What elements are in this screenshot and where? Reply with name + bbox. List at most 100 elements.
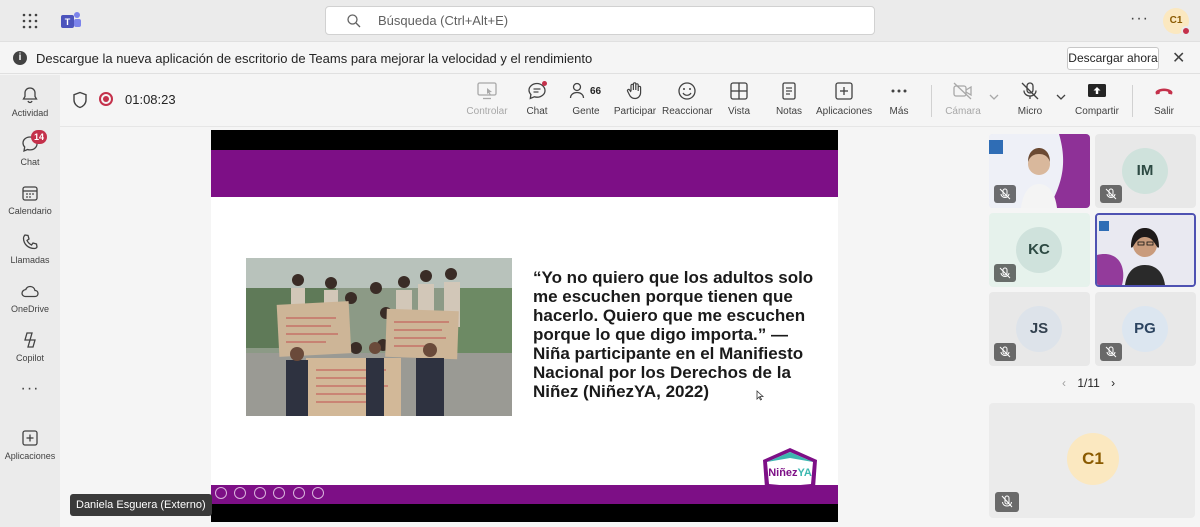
mic-label: Micro (1017, 106, 1043, 117)
rail-item-calls[interactable]: Llamadas (0, 228, 60, 274)
more-icon (891, 89, 907, 93)
slide-next-icon[interactable] (234, 487, 247, 499)
participant-tile-kc[interactable]: KC (989, 213, 1090, 287)
mic-options-chevron-icon[interactable] (1056, 93, 1066, 101)
control-label: Controlar (466, 106, 508, 117)
control-button[interactable]: Controlar (460, 81, 514, 123)
participant-tile-js[interactable]: JS (989, 292, 1090, 366)
hang-up-icon (1155, 88, 1173, 95)
rail-item-activity[interactable]: Actividad (0, 81, 60, 127)
muted-mic-icon (994, 185, 1016, 203)
svg-text:T: T (65, 17, 71, 27)
user-avatar[interactable]: C1 (1163, 8, 1191, 36)
muted-mic-icon (1100, 343, 1122, 361)
people-label: Gente (572, 106, 600, 117)
shield-icon[interactable] (72, 91, 88, 109)
search-box[interactable]: Búsqueda (Ctrl+Alt+E) (325, 6, 875, 35)
more-button[interactable]: Más (886, 81, 912, 123)
participant-tile-pg[interactable]: PG (1095, 292, 1196, 366)
chat-label: Chat (526, 106, 548, 117)
share-label: Compartir (1075, 106, 1119, 117)
share-button[interactable]: Compartir (1074, 81, 1120, 123)
add-apps-icon (22, 430, 38, 446)
muted-mic-icon (994, 343, 1016, 361)
app-rail: Actividad 14 Chat Calendario Llamadas On… (0, 75, 60, 527)
page-indicator: 1/11 (1077, 376, 1100, 390)
toolbar-divider (931, 85, 932, 117)
download-now-button[interactable]: Descargar ahora (1067, 47, 1159, 70)
meeting-timer: 01:08:23 (125, 92, 176, 107)
react-label: Reaccionar (662, 106, 713, 117)
slide-more-icon[interactable] (312, 487, 325, 499)
info-icon: i (13, 51, 27, 65)
slide-header-bar (211, 150, 838, 197)
mic-button[interactable]: Micro (1013, 81, 1047, 123)
camera-options-chevron-icon[interactable] (989, 93, 999, 101)
presentation-slide: “Yo no quiero que los adultos solo me es… (211, 150, 838, 504)
grid-view-icon (730, 82, 748, 100)
slide-controls[interactable] (215, 487, 327, 501)
update-banner: i Descargue la nueva aplicación de escri… (0, 42, 1200, 74)
leave-button[interactable]: Salir (1150, 81, 1178, 123)
react-button[interactable]: Reaccionar (662, 81, 713, 123)
rail-label-chat: Chat (20, 157, 40, 167)
rail-item-onedrive[interactable]: OneDrive (0, 277, 60, 323)
leave-label: Salir (1153, 106, 1174, 117)
slide-footer-bar (211, 485, 838, 504)
app-launcher-icon[interactable] (21, 12, 39, 30)
hand-icon (626, 82, 642, 100)
svg-text:NiñezYA: NiñezYA (768, 467, 812, 479)
rail-more-apps[interactable]: ··· (0, 380, 60, 410)
apps-button[interactable]: Aplicaciones (816, 81, 872, 123)
slide-zoom-icon[interactable] (292, 487, 305, 499)
notes-icon (782, 82, 796, 100)
toolbar-divider (1132, 85, 1133, 117)
participant-initials: JS (1016, 306, 1062, 352)
group-photo (246, 258, 512, 416)
chevron-left-icon[interactable]: ‹ (1062, 376, 1066, 390)
view-button[interactable]: Vista (724, 81, 754, 123)
slide-grid-icon[interactable] (273, 487, 286, 499)
share-screen-icon (1088, 84, 1106, 97)
rail-item-copilot[interactable]: Copilot (0, 326, 60, 372)
raise-hand-button[interactable]: Participar (613, 81, 657, 123)
slide-prev-icon[interactable] (215, 487, 227, 499)
apps-label: Aplicaciones (816, 106, 873, 117)
notes-button[interactable]: Notas (772, 81, 806, 123)
chat-unread-badge: 14 (31, 130, 48, 144)
rail-label-calls: Llamadas (10, 255, 50, 265)
search-icon (347, 14, 361, 28)
search-placeholder: Búsqueda (Ctrl+Alt+E) (378, 13, 509, 28)
rail-label-copilot: Copilot (15, 353, 44, 363)
participant-initials: PG (1122, 306, 1168, 352)
close-icon[interactable]: ✕ (1172, 48, 1185, 68)
phone-icon (22, 234, 38, 250)
participant-tile-im[interactable]: IM (1095, 134, 1196, 208)
camera-button[interactable]: Cámara (945, 81, 981, 123)
slide-pen-icon[interactable] (253, 487, 266, 499)
mic-off-icon (1021, 82, 1039, 100)
self-view-tile[interactable]: C1 (989, 403, 1195, 518)
muted-mic-icon (994, 264, 1016, 282)
rail-item-calendar[interactable]: Calendario (0, 179, 60, 225)
muted-mic-icon (1100, 185, 1122, 203)
chevron-right-icon[interactable]: › (1111, 376, 1115, 390)
participant-tile-video[interactable] (989, 134, 1090, 208)
more-icon: ··· (20, 380, 40, 397)
cloud-icon (21, 285, 39, 298)
view-label: Vista (727, 106, 751, 117)
participant-tile-presenter-video[interactable] (1095, 213, 1196, 287)
recording-icon (99, 92, 113, 106)
raise-hand-label: Participar (613, 106, 657, 117)
notes-label: Notas (775, 106, 803, 117)
people-count: 66 (590, 86, 602, 97)
chat-button[interactable]: Chat (520, 81, 554, 123)
title-bar: T Búsqueda (Ctrl+Alt+E) ··· C1 (0, 0, 1200, 42)
more-options-icon[interactable]: ··· (1130, 10, 1149, 28)
more-label: Más (889, 106, 909, 117)
rail-item-apps[interactable]: Aplicaciones (0, 424, 60, 470)
presenter-name-tag: Daniela Esguera (Externo) (70, 494, 212, 516)
meeting-toolbar: 01:08:23 Controlar Chat Gente 66 Partici… (60, 75, 1200, 127)
rail-item-chat[interactable]: 14 Chat (0, 130, 60, 176)
rail-label-onedrive: OneDrive (10, 304, 49, 314)
